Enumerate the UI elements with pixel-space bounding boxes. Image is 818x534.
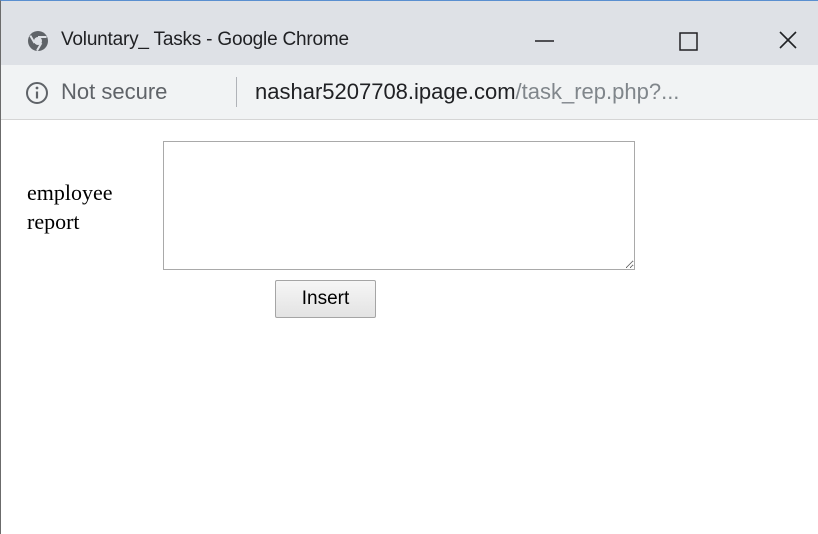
close-button[interactable] — [761, 19, 811, 61]
maximize-icon — [679, 32, 698, 51]
chrome-icon — [28, 31, 48, 52]
minimize-button[interactable] — [521, 19, 571, 61]
url-text[interactable]: nashar5207708.ipage.com/task_rep.php?... — [255, 79, 679, 105]
close-icon — [779, 31, 797, 49]
title-bar[interactable]: Voluntary_ Tasks - Google Chrome — [1, 1, 818, 65]
maximize-button[interactable] — [657, 19, 707, 61]
url-host: nashar5207708.ipage.com — [255, 79, 516, 104]
security-status[interactable]: Not secure — [61, 79, 167, 105]
info-icon[interactable] — [25, 81, 49, 105]
browser-window: Voluntary_ Tasks - Google Chrome Not sec… — [0, 0, 818, 534]
employee-report-textarea[interactable] — [163, 141, 635, 270]
address-divider — [236, 77, 237, 107]
minimize-icon — [535, 40, 554, 42]
url-path: /task_rep.php?... — [515, 79, 680, 104]
address-bar[interactable]: Not secure nashar5207708.ipage.com/task_… — [1, 65, 818, 120]
insert-button[interactable]: Insert — [275, 280, 376, 318]
employee-report-label: employee report — [27, 180, 113, 234]
window-title: Voluntary_ Tasks - Google Chrome — [61, 29, 349, 50]
page-content: employee report Insert — [1, 120, 818, 534]
